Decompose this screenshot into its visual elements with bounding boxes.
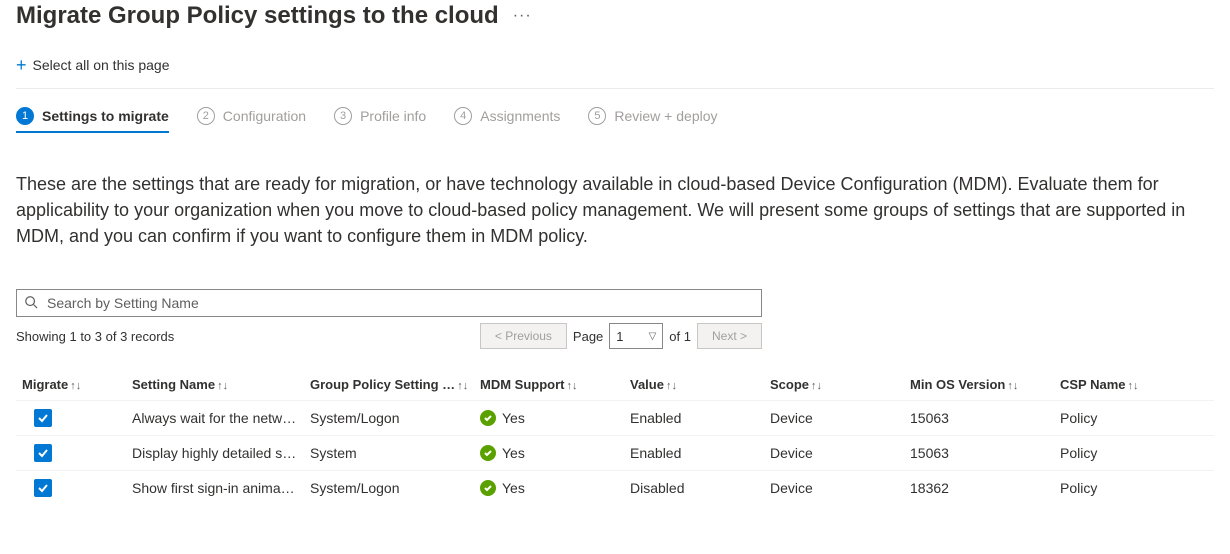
scope-cell: Device bbox=[764, 401, 904, 436]
step-number-icon: 4 bbox=[454, 107, 472, 125]
step-label: Configuration bbox=[223, 108, 306, 124]
intro-text: These are the settings that are ready fo… bbox=[16, 171, 1211, 249]
page-value: 1 bbox=[616, 329, 623, 344]
sort-icon: ↑↓ bbox=[1128, 380, 1139, 392]
page-of-text: of 1 bbox=[669, 329, 691, 344]
step-label: Review + deploy bbox=[614, 108, 717, 124]
value-cell: Disabled bbox=[624, 471, 764, 506]
col-header-scope[interactable]: Scope↑↓ bbox=[764, 369, 904, 401]
gp-path-cell: System bbox=[304, 436, 474, 471]
col-header-csp[interactable]: CSP Name↑↓ bbox=[1054, 369, 1214, 401]
col-header-gp-path[interactable]: Group Policy Setting …↑↓ bbox=[304, 369, 474, 401]
setting-name-cell: Display highly detailed stat… bbox=[126, 436, 304, 471]
step-number-icon: 1 bbox=[16, 107, 34, 125]
migrate-checkbox[interactable] bbox=[34, 479, 52, 497]
chevron-down-icon: ▽ bbox=[649, 331, 657, 342]
select-all-button[interactable]: + Select all on this page bbox=[16, 56, 1214, 88]
sort-icon: ↑↓ bbox=[566, 380, 577, 392]
csp-cell: Policy bbox=[1054, 471, 1214, 506]
step-settings-to-migrate[interactable]: 1 Settings to migrate bbox=[16, 107, 169, 133]
step-profile-info[interactable]: 3 Profile info bbox=[334, 107, 426, 133]
check-circle-icon bbox=[480, 410, 496, 426]
settings-table: Migrate↑↓ Setting Name↑↓ Group Policy Se… bbox=[16, 369, 1214, 505]
migrate-cell bbox=[16, 471, 126, 506]
gp-path-cell: System/Logon bbox=[304, 401, 474, 436]
select-all-label: Select all on this page bbox=[33, 57, 170, 73]
sort-icon: ↑↓ bbox=[457, 380, 468, 392]
sort-icon: ↑↓ bbox=[1007, 380, 1018, 392]
step-number-icon: 2 bbox=[197, 107, 215, 125]
table-row: Show first sign-in animationSystem/Logon… bbox=[16, 471, 1214, 506]
csp-cell: Policy bbox=[1054, 401, 1214, 436]
next-page-button[interactable]: Next > bbox=[697, 323, 762, 349]
col-header-value[interactable]: Value↑↓ bbox=[624, 369, 764, 401]
migrate-checkbox[interactable] bbox=[34, 409, 52, 427]
check-circle-icon bbox=[480, 445, 496, 461]
step-number-icon: 5 bbox=[588, 107, 606, 125]
prev-page-button[interactable]: < Previous bbox=[480, 323, 567, 349]
page-title: Migrate Group Policy settings to the clo… bbox=[16, 2, 499, 30]
migrate-checkbox[interactable] bbox=[34, 444, 52, 462]
mdm-support-cell: Yes bbox=[474, 471, 624, 506]
col-header-min-os[interactable]: Min OS Version↑↓ bbox=[904, 369, 1054, 401]
search-input[interactable] bbox=[16, 289, 762, 317]
more-actions-button[interactable]: ··· bbox=[513, 7, 532, 25]
min-os-cell: 18362 bbox=[904, 471, 1054, 506]
page-select[interactable]: 1 ▽ bbox=[609, 323, 663, 349]
step-label: Assignments bbox=[480, 108, 560, 124]
sort-icon: ↑↓ bbox=[666, 380, 677, 392]
wizard-steps: 1 Settings to migrate 2 Configuration 3 … bbox=[16, 89, 1214, 143]
step-number-icon: 3 bbox=[334, 107, 352, 125]
csp-cell: Policy bbox=[1054, 436, 1214, 471]
horizontal-scrollbar[interactable] bbox=[16, 515, 1214, 529]
setting-name-cell: Show first sign-in animation bbox=[126, 471, 304, 506]
page-label: Page bbox=[573, 329, 603, 344]
check-circle-icon bbox=[480, 480, 496, 496]
sort-icon: ↑↓ bbox=[217, 380, 228, 392]
col-header-migrate[interactable]: Migrate↑↓ bbox=[16, 369, 126, 401]
gp-path-cell: System/Logon bbox=[304, 471, 474, 506]
table-row: Display highly detailed stat…SystemYesEn… bbox=[16, 436, 1214, 471]
pager: < Previous Page 1 ▽ of 1 Next > bbox=[480, 323, 762, 349]
value-cell: Enabled bbox=[624, 401, 764, 436]
records-count: Showing 1 to 3 of 3 records bbox=[16, 329, 480, 344]
mdm-support-cell: Yes bbox=[474, 401, 624, 436]
setting-name-cell: Always wait for the networ… bbox=[126, 401, 304, 436]
step-label: Profile info bbox=[360, 108, 426, 124]
plus-icon: + bbox=[16, 56, 27, 74]
scope-cell: Device bbox=[764, 436, 904, 471]
min-os-cell: 15063 bbox=[904, 401, 1054, 436]
migrate-cell bbox=[16, 436, 126, 471]
step-label: Settings to migrate bbox=[42, 108, 169, 124]
table-row: Always wait for the networ…System/LogonY… bbox=[16, 401, 1214, 436]
migrate-cell bbox=[16, 401, 126, 436]
value-cell: Enabled bbox=[624, 436, 764, 471]
step-assignments[interactable]: 4 Assignments bbox=[454, 107, 560, 133]
col-header-mdm-support[interactable]: MDM Support↑↓ bbox=[474, 369, 624, 401]
sort-icon: ↑↓ bbox=[70, 380, 81, 392]
step-review-deploy[interactable]: 5 Review + deploy bbox=[588, 107, 717, 133]
col-header-setting-name[interactable]: Setting Name↑↓ bbox=[126, 369, 304, 401]
scope-cell: Device bbox=[764, 471, 904, 506]
step-configuration[interactable]: 2 Configuration bbox=[197, 107, 306, 133]
search-icon bbox=[24, 295, 38, 309]
sort-icon: ↑↓ bbox=[811, 380, 822, 392]
mdm-support-cell: Yes bbox=[474, 436, 624, 471]
min-os-cell: 15063 bbox=[904, 436, 1054, 471]
